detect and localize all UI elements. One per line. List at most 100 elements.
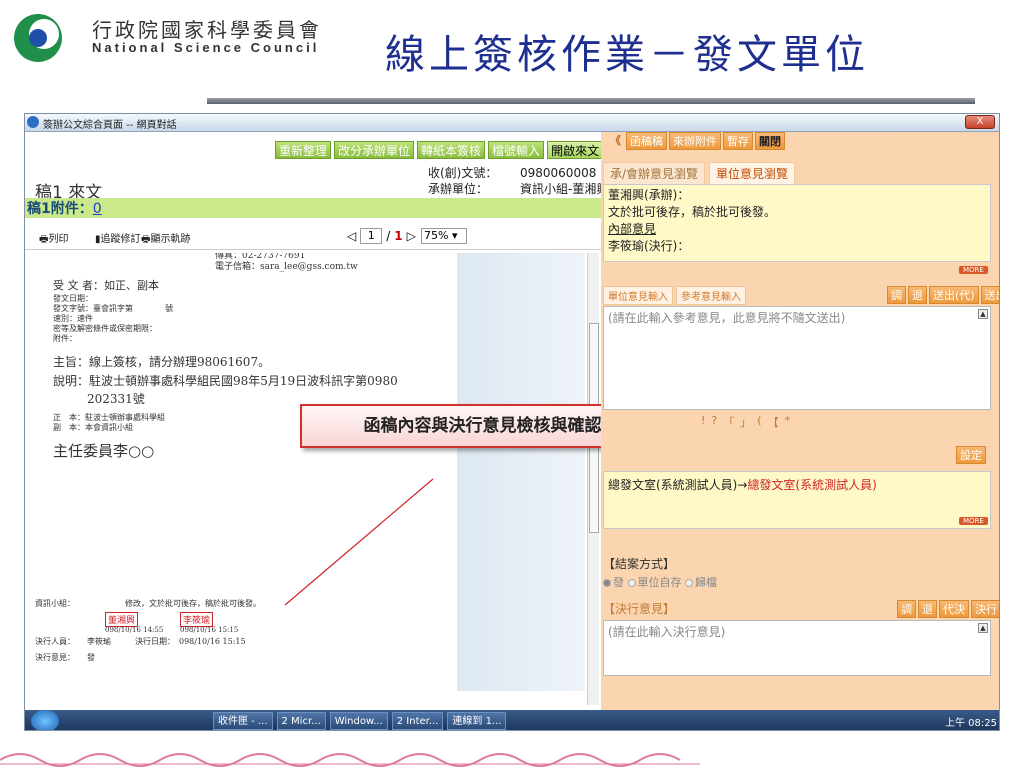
case-method-label: 【結案方式】 bbox=[603, 557, 676, 571]
dialog-window: 簽辦公文綜合頁面 -- 網頁對話 X 重新整理 改分承辦單位 轉紙本簽核 檔號輸… bbox=[24, 113, 1000, 731]
print-button[interactable]: 🖶列印 bbox=[39, 230, 68, 249]
doc-decider: 決行人員： 李筱瑜 決行日期： 098/10/16 15:15 bbox=[35, 637, 246, 646]
input-tabs: 單位意見輸入 參考意見輸入 bbox=[603, 286, 749, 305]
decide-button[interactable]: 決行 bbox=[971, 600, 999, 618]
doc-footer-unit: 資訊小組： bbox=[35, 599, 75, 608]
paper-review-button[interactable]: 轉紙本簽核 bbox=[417, 141, 486, 159]
doc-cc: 副 本：本會資訊小組 bbox=[53, 423, 133, 432]
case-method-options: 發 單位自存 歸檔 bbox=[603, 574, 717, 590]
stamp-date-2: 098/10/16 15:15 bbox=[180, 626, 239, 634]
taskbar-item-ie[interactable]: 2 Inter... bbox=[391, 712, 444, 730]
doc-recipient: 受 文 者：如正、副本 bbox=[53, 279, 159, 292]
internal-opinion-link[interactable]: 內部意見 bbox=[608, 221, 986, 238]
collapse-button[interactable]: 《 bbox=[607, 132, 624, 150]
symbol-paren[interactable]: ( bbox=[757, 414, 761, 430]
document-action-bar: 重新整理 改分承辦單位 轉紙本簽核 檔號輸入 開啟來文 bbox=[275, 141, 604, 159]
taskbar-item-office[interactable]: 2 Micr... bbox=[276, 712, 326, 730]
case-option-send[interactable]: 發 bbox=[603, 576, 624, 589]
decision-opinion-input[interactable]: (請在此輸入決行意見) ▲ bbox=[603, 620, 991, 676]
doc-fax: 傳真：02-2737-7691 bbox=[215, 253, 306, 261]
symbol-star[interactable]: * bbox=[785, 414, 791, 430]
tab-unit-input[interactable]: 單位意見輸入 bbox=[603, 286, 673, 305]
adjust-button[interactable]: 調 bbox=[887, 286, 906, 304]
opinion-list: 董湘興(承辦)： 文於批可後存，稿於批可後發。 內部意見 李筱瑜(決行)： bbox=[603, 184, 991, 262]
doc-attach: 附件： bbox=[53, 334, 77, 343]
doc-subject: 主旨：線上簽核，請分辦理98061607。 bbox=[53, 355, 271, 369]
taskbar-item-remote[interactable]: 連線到 1... bbox=[447, 712, 507, 730]
flow-route-to[interactable]: 總發文室(系統測試人員) bbox=[747, 478, 876, 492]
more-flow-button[interactable]: MORE bbox=[959, 517, 988, 525]
flow-setting-button[interactable]: 設定 bbox=[956, 446, 986, 464]
document-info: 收(創)文號： 0980060008 承辦單位： 資訊小組-董湘興 bbox=[428, 165, 608, 197]
case-option-archive[interactable]: 歸檔 bbox=[685, 576, 717, 589]
zoom-select[interactable]: 75% ▾ bbox=[421, 228, 467, 244]
taskbar-item-explorer[interactable]: Window... bbox=[329, 712, 388, 730]
doc-desc-line2: 202331號 bbox=[87, 392, 145, 406]
doc-decision: 決行意見： 發 bbox=[35, 653, 95, 662]
symbol-bracket[interactable]: 【 bbox=[768, 414, 779, 430]
doc-no-label: 收(創)文號： bbox=[428, 166, 498, 180]
reassign-unit-button[interactable]: 改分承辦單位 bbox=[334, 141, 415, 159]
doc-signer: 主任委員李○○ bbox=[53, 442, 155, 460]
review-pane: 《 函稿稿 來辦附件 暫存 關閉 承/會辦意見瀏覽 單位意見瀏覽 董湘興(承辦)… bbox=[601, 132, 999, 710]
symbol-close-quote[interactable]: 」 bbox=[740, 414, 751, 430]
symbol-question[interactable]: ? bbox=[711, 414, 717, 430]
file-number-button[interactable]: 檔號輸入 bbox=[488, 141, 545, 159]
symbol-exclaim[interactable]: ! bbox=[701, 414, 705, 430]
preview-margin bbox=[457, 253, 585, 691]
show-trace-button[interactable]: 🖶顯示軌跡 bbox=[141, 230, 190, 249]
send-proxy-button[interactable]: 送出(代) bbox=[929, 286, 979, 304]
decision-return-button[interactable]: 退 bbox=[918, 600, 937, 618]
page-input[interactable]: 1 bbox=[360, 228, 383, 244]
taskbar-clock: 上午 08:25 bbox=[945, 717, 997, 729]
document-scrollbar[interactable] bbox=[587, 253, 599, 705]
flow-actions: 設定 bbox=[956, 446, 986, 464]
scroll-up-icon[interactable]: ▲ bbox=[978, 623, 988, 633]
reference-opinion-input[interactable]: (請在此輸入參考意見，此意見將不隨文送出) ▲ bbox=[603, 306, 991, 410]
doc-no-value: 0980060008 bbox=[520, 166, 597, 180]
close-button[interactable]: X bbox=[965, 115, 995, 129]
org-name-cn: 行政院國家科學委員會 bbox=[92, 18, 322, 42]
start-button[interactable] bbox=[31, 710, 59, 730]
return-button[interactable]: 退 bbox=[908, 286, 927, 304]
title-divider bbox=[207, 98, 975, 104]
send-button[interactable]: 送出 bbox=[980, 286, 999, 304]
tab-reference-input[interactable]: 參考意見輸入 bbox=[676, 286, 746, 305]
page-total: 1 bbox=[394, 229, 403, 243]
page-navigator: ◁ 1 / 1 ▷ bbox=[347, 228, 416, 244]
windows-taskbar: 收件匣 - ... 2 Micr... Window... 2 Inter...… bbox=[25, 710, 999, 730]
refresh-button[interactable]: 重新整理 bbox=[275, 141, 332, 159]
symbol-open-quote[interactable]: 「 bbox=[723, 414, 734, 430]
nsc-logo-icon bbox=[14, 14, 62, 62]
opinion-text-1: 文於批可後存，稿於批可後發。 bbox=[608, 205, 777, 219]
open-incoming-button[interactable]: 開啟來文 bbox=[547, 141, 604, 159]
taskbar-item-inbox[interactable]: 收件匣 - ... bbox=[213, 712, 273, 730]
close-pane-button[interactable]: 關閉 bbox=[755, 132, 785, 150]
review-action-bar: 《 函稿稿 來辦附件 暫存 關閉 bbox=[601, 132, 999, 152]
case-option-self-keep[interactable]: 單位自存 bbox=[627, 576, 682, 589]
draft-button[interactable]: 函稿稿 bbox=[626, 132, 667, 150]
window-title: 簽辦公文綜合頁面 -- 網頁對話 bbox=[43, 120, 177, 131]
document-preview: 傳真：02-2737-7691 電子信箱：sara_lee@gss.com.tw… bbox=[25, 253, 585, 691]
callout-leader-line bbox=[284, 478, 434, 606]
stamp-2: 李筱瑜 bbox=[180, 612, 214, 627]
window-titlebar: 簽辦公文綜合頁面 -- 網頁對話 X bbox=[25, 114, 999, 132]
scroll-up-icon[interactable]: ▲ bbox=[978, 309, 988, 319]
symbol-bar: ! ? 「 」 ( 【 * bbox=[701, 414, 790, 430]
opinion-author-1: 董湘興(承辦)： bbox=[608, 188, 690, 202]
track-changes-button[interactable]: ▮追蹤修訂 bbox=[95, 230, 141, 245]
attachment-count-link[interactable]: 0 bbox=[93, 201, 102, 217]
unit-value: 資訊小組-董湘興 bbox=[520, 182, 609, 196]
more-opinions-button[interactable]: MORE bbox=[959, 266, 988, 274]
tab-handling-opinions[interactable]: 承/會辦意見瀏覽 bbox=[603, 162, 706, 185]
decision-label: 【決行意見】 bbox=[603, 602, 676, 616]
next-page-icon[interactable]: ▷ bbox=[407, 229, 416, 243]
tab-unit-opinions[interactable]: 單位意見瀏覽 bbox=[709, 162, 796, 185]
flow-route-from: 總發文室(系統測試人員)→ bbox=[608, 478, 748, 492]
save-draft-button[interactable]: 暫存 bbox=[723, 132, 753, 150]
prev-page-icon[interactable]: ◁ bbox=[347, 229, 356, 243]
ie-icon bbox=[27, 116, 39, 128]
incoming-attachment-button[interactable]: 來辦附件 bbox=[669, 132, 721, 150]
decision-adjust-button[interactable]: 調 bbox=[897, 600, 916, 618]
proxy-decide-button[interactable]: 代決 bbox=[939, 600, 969, 618]
